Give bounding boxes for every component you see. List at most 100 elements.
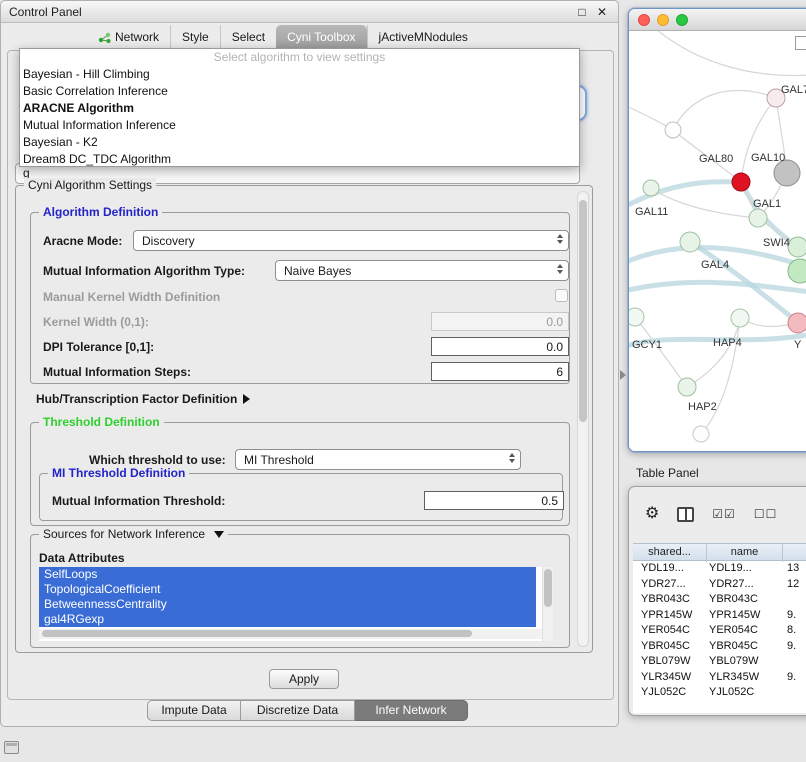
graph-node[interactable] xyxy=(643,180,659,196)
graph-node[interactable] xyxy=(629,308,644,326)
tab-label: Style xyxy=(182,25,209,50)
settings-scrollbar[interactable] xyxy=(577,191,589,647)
table-toolbar: ⚙ ☑☑ ☐☐ xyxy=(629,495,806,533)
graph-node[interactable] xyxy=(788,237,806,257)
minimized-panel-icon[interactable] xyxy=(4,741,19,754)
network-graph-svg[interactable]: GAL7GAL80GAL10GAL11GAL1SWI4GAL4GCY1HAP4H… xyxy=(629,31,806,452)
dropdown-item[interactable]: Bayesian - Hill Climbing xyxy=(20,66,579,83)
aracne-mode-combobox[interactable]: Discovery xyxy=(133,230,569,251)
algorithm-definition-group: Algorithm Definition Aracne Mode: Discov… xyxy=(30,212,570,384)
dropdown-item[interactable]: ARACNE Algorithm xyxy=(20,100,579,117)
attributes-vscrollbar[interactable] xyxy=(542,567,553,641)
network-tab-icon xyxy=(98,32,111,43)
tab-jactivemnodules[interactable]: jActiveMNodules xyxy=(367,25,479,50)
minimize-icon[interactable]: □ xyxy=(574,4,590,20)
graph-node-label: SWI4 xyxy=(763,237,790,249)
checked-pair-icon[interactable]: ☑☑ xyxy=(712,507,736,521)
unchecked-pair-icon[interactable]: ☐☐ xyxy=(754,507,778,521)
graph-node[interactable] xyxy=(665,122,681,138)
graph-node-label: HAP2 xyxy=(688,401,717,413)
graph-node-label: GAL11 xyxy=(635,206,668,218)
scrollbar-thumb[interactable] xyxy=(544,569,552,607)
cyni-algorithm-settings-group: Cyni Algorithm Settings Algorithm Defini… xyxy=(15,185,593,653)
mi-threshold-field[interactable]: 0.5 xyxy=(424,491,564,510)
gear-icon[interactable]: ⚙ xyxy=(645,506,659,522)
network-overview-box[interactable] xyxy=(795,36,806,50)
table-row[interactable]: YPR145WYPR145W9. xyxy=(633,608,806,624)
scrollbar-thumb[interactable] xyxy=(42,630,472,637)
network-window-titlebar[interactable] xyxy=(629,9,806,31)
graph-node[interactable] xyxy=(680,232,700,252)
column-view-icon[interactable] xyxy=(677,507,694,522)
attribute-list-item[interactable]: gal4RGexp xyxy=(39,612,536,627)
attr-rows: SelfLoopsTopologicalCoefficientBetweenne… xyxy=(39,567,553,627)
bottom-tab-discretize-data[interactable]: Discretize Data xyxy=(241,700,355,721)
graph-node-label: Y xyxy=(794,339,802,351)
settings-group-title: Cyni Algorithm Settings xyxy=(24,178,156,192)
attribute-list-item[interactable]: SelfLoops xyxy=(39,567,536,582)
zoom-traffic-light-icon[interactable] xyxy=(676,14,688,26)
scrollbar-thumb[interactable] xyxy=(579,200,587,422)
minimize-traffic-light-icon[interactable] xyxy=(657,14,669,26)
table-row[interactable]: YDR27...YDR27...12 xyxy=(633,577,806,593)
tab-label: jActiveMNodules xyxy=(379,25,468,50)
manual-kernel-checkbox[interactable] xyxy=(555,289,568,302)
tab-cyni-toolbox[interactable]: Cyni Toolbox xyxy=(276,25,366,50)
which-threshold-combobox[interactable]: MI Threshold xyxy=(235,449,521,470)
attribute-list-item[interactable]: TopologicalCoefficient xyxy=(39,582,536,597)
dropdown-item[interactable]: Basic Correlation Inference xyxy=(20,83,579,100)
graph-node[interactable] xyxy=(749,209,767,227)
mi-steps-label: Mutual Information Steps: xyxy=(43,365,191,379)
tab-select[interactable]: Select xyxy=(220,25,276,50)
manual-kernel-label: Manual Kernel Width Definition xyxy=(43,290,220,304)
apply-button[interactable]: Apply xyxy=(269,669,339,689)
sources-group-title[interactable]: Sources for Network Inference xyxy=(39,527,228,541)
attributes-hscrollbar[interactable] xyxy=(39,629,542,639)
graph-node[interactable] xyxy=(788,313,806,333)
which-threshold-value: MI Threshold xyxy=(244,453,314,467)
table-row[interactable]: YBR045CYBR045C9. xyxy=(633,639,806,655)
attribute-list-item[interactable]: BetweennessCentrality xyxy=(39,597,536,612)
column-header-name[interactable]: name xyxy=(707,544,783,562)
tab-label: Select xyxy=(232,25,265,50)
dropdown-item[interactable]: Dream8 DC_TDC Algorithm xyxy=(20,151,579,168)
network-canvas[interactable]: GAL7GAL80GAL10GAL11GAL1SWI4GAL4GCY1HAP4H… xyxy=(629,31,806,452)
graph-edge xyxy=(673,90,776,130)
table-row[interactable]: YJL052CYJL052C xyxy=(633,685,806,701)
dropdown-item[interactable]: Bayesian - K2 xyxy=(20,134,579,151)
column-header-shared-name[interactable]: shared... xyxy=(633,544,707,562)
table-cell: YBR045C xyxy=(707,639,783,655)
table-row[interactable]: YDL19...YDL19...13 xyxy=(633,561,806,577)
table-row[interactable]: YER054CYER054C8. xyxy=(633,623,806,639)
hub-tf-expander[interactable]: Hub/Transcription Factor Definition xyxy=(36,392,250,406)
graph-node[interactable] xyxy=(693,426,709,442)
tab-network[interactable]: Network xyxy=(87,25,170,50)
tab-style[interactable]: Style xyxy=(170,25,220,50)
graph-node[interactable] xyxy=(732,173,750,191)
table-cell: 8. xyxy=(783,623,806,639)
dropdown-item[interactable]: Mutual Information Inference xyxy=(20,117,579,134)
table-cell: YBR043C xyxy=(633,592,707,608)
table-row[interactable]: YLR345WYLR345W9. xyxy=(633,670,806,686)
kernel-width-field: 0.0 xyxy=(431,312,569,331)
dpi-tolerance-field[interactable]: 0.0 xyxy=(431,337,569,356)
column-header-clipped[interactable] xyxy=(783,544,806,562)
table-cell: YDL19... xyxy=(707,561,783,577)
table-cell: YJL052C xyxy=(707,685,783,701)
dropdown-items: Bayesian - Hill ClimbingBasic Correlatio… xyxy=(20,66,579,168)
control-panel-titlebar[interactable]: Control Panel □ ✕ xyxy=(1,1,618,23)
close-icon[interactable]: ✕ xyxy=(594,4,610,20)
table-row[interactable]: YBL079WYBL079W xyxy=(633,654,806,670)
table-row[interactable]: YBR043CYBR043C xyxy=(633,592,806,608)
panel-splitter-handle[interactable] xyxy=(620,370,626,380)
mi-steps-field[interactable]: 6 xyxy=(431,362,569,381)
mi-type-combobox[interactable]: Naive Bayes xyxy=(275,260,569,281)
table-cell: 13 xyxy=(783,561,806,577)
graph-node[interactable] xyxy=(678,378,696,396)
bottom-tab-infer-network[interactable]: Infer Network xyxy=(355,700,468,721)
graph-node-label: HAP4 xyxy=(713,337,742,349)
close-traffic-light-icon[interactable] xyxy=(638,14,650,26)
collapsed-arrow-icon xyxy=(243,394,250,404)
bottom-tab-impute-data[interactable]: Impute Data xyxy=(147,700,241,721)
graph-node[interactable] xyxy=(731,309,749,327)
